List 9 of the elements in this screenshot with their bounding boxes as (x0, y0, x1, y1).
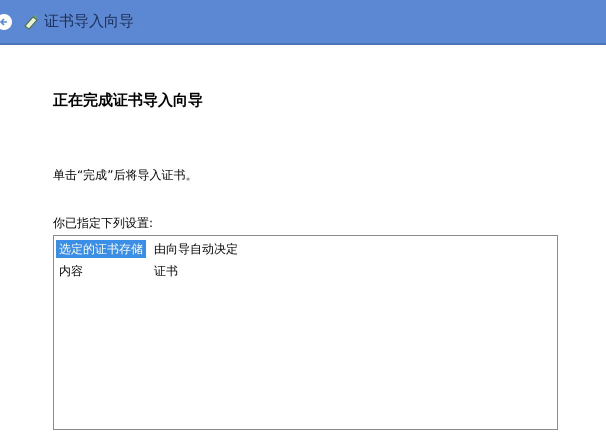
settings-label: 你已指定下列设置: (53, 214, 154, 232)
setting-value: 证书 (153, 262, 179, 280)
back-arrow-icon (0, 16, 9, 26)
window-title: 证书导入向导 (44, 11, 134, 32)
instruction-text: 单击“完成”后将导入证书。 (53, 166, 198, 184)
back-button[interactable] (0, 14, 12, 30)
setting-value: 由向导自动决定 (153, 240, 239, 258)
page-heading: 正在完成证书导入向导 (53, 90, 204, 111)
setting-name[interactable]: 内容 (56, 262, 86, 280)
